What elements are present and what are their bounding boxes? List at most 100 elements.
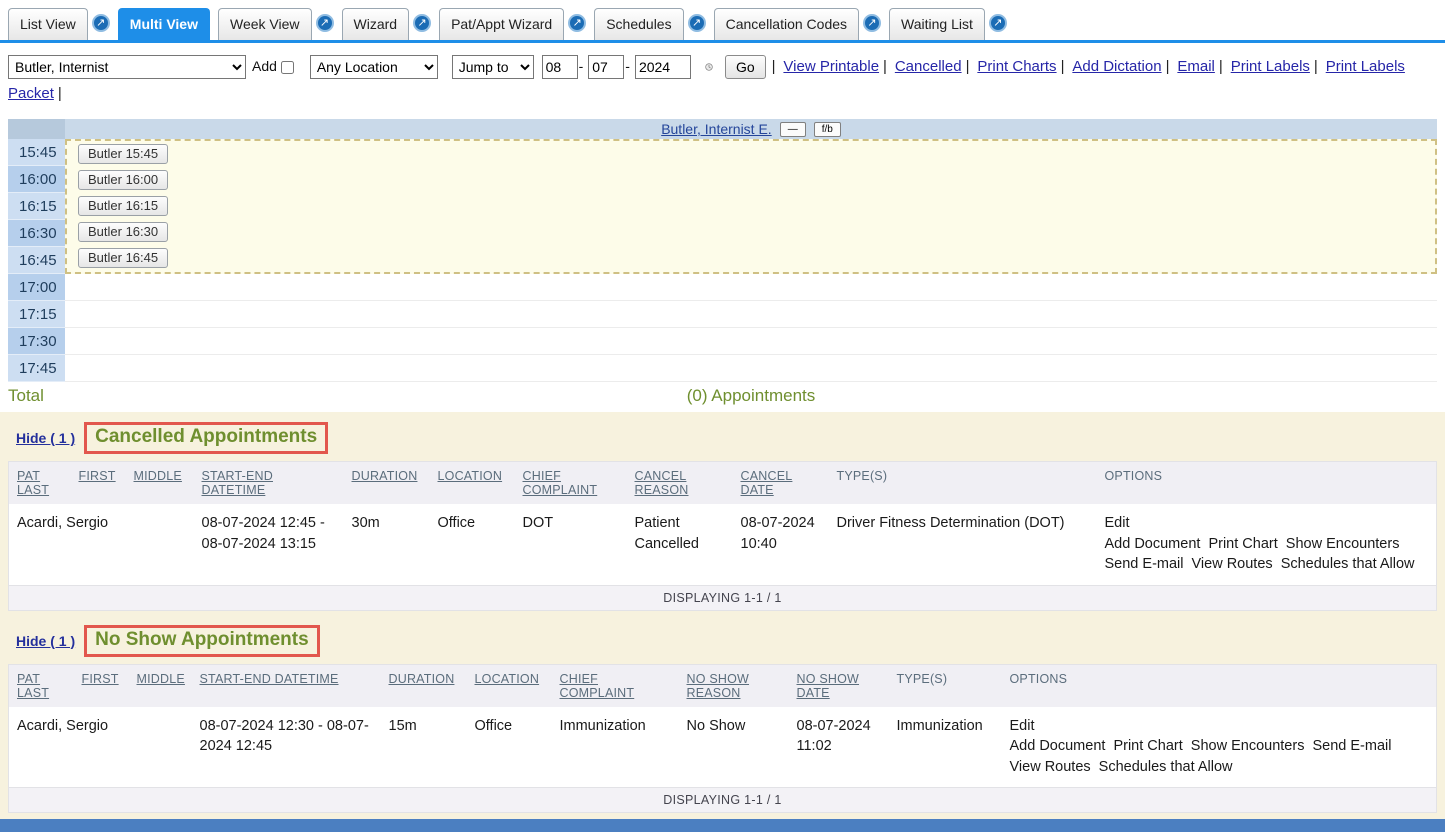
bottom-scrollbar[interactable] bbox=[0, 819, 1445, 832]
col-header-first[interactable]: FIRST bbox=[74, 664, 129, 707]
cell-pat-last: Acardi, Sergio bbox=[9, 504, 71, 585]
table-footer-row: DISPLAYING 1-1 / 1 bbox=[9, 788, 1437, 813]
option-link[interactable]: View Routes bbox=[1192, 556, 1273, 572]
fb-button[interactable]: f/b bbox=[814, 122, 841, 137]
popout-icon[interactable]: ↗ bbox=[688, 14, 706, 32]
cancelled-hide-link[interactable]: Hide ( 1 ) bbox=[16, 430, 75, 446]
col-header-first[interactable]: FIRST bbox=[71, 462, 126, 505]
option-link[interactable]: Show Encounters bbox=[1286, 536, 1400, 552]
col-header-types: TYPE(S) bbox=[889, 664, 1002, 707]
tab-cancellation-codes[interactable]: Cancellation Codes bbox=[714, 8, 859, 40]
jump-to-select[interactable]: Jump to bbox=[452, 55, 534, 79]
col-header-duration[interactable]: DURATION bbox=[381, 664, 467, 707]
tab-group-schedules: Schedules ↗ bbox=[594, 8, 705, 40]
total-appointments-count: (0) Appointments bbox=[65, 386, 1437, 406]
print-labels-link[interactable]: Print Labels bbox=[1231, 58, 1310, 75]
col-header-location[interactable]: LOCATION bbox=[467, 664, 552, 707]
col-header-location[interactable]: LOCATION bbox=[430, 462, 515, 505]
time-label: 17:30 bbox=[8, 328, 65, 355]
schedule-header: Butler, Internist E. — f/b bbox=[8, 119, 1437, 139]
link-separator: | bbox=[883, 58, 887, 75]
tab-wizard[interactable]: Wizard bbox=[342, 8, 410, 40]
option-link[interactable]: Schedules that Allow bbox=[1099, 759, 1233, 775]
col-header-pat-last[interactable]: PAT LAST bbox=[9, 462, 71, 505]
tab-schedules[interactable]: Schedules bbox=[594, 8, 683, 40]
popout-icon[interactable]: ↗ bbox=[92, 14, 110, 32]
tab-week-view[interactable]: Week View bbox=[218, 8, 312, 40]
cancelled-link[interactable]: Cancelled bbox=[895, 58, 962, 75]
option-link[interactable]: Print Chart bbox=[1208, 536, 1277, 552]
noshow-section-header: Hide ( 1 ) No Show Appointments bbox=[16, 625, 1437, 657]
time-label: 16:45 bbox=[8, 247, 65, 274]
provider-name-link[interactable]: Butler, Internist E. bbox=[661, 121, 772, 137]
slot-button-1545[interactable]: Butler 15:45 bbox=[78, 144, 168, 164]
tab-list-view[interactable]: List View bbox=[8, 8, 88, 40]
col-header-chief-complaint[interactable]: CHIEF COMPLAINT bbox=[515, 462, 627, 505]
option-link[interactable]: Print Chart bbox=[1113, 738, 1182, 754]
option-link[interactable]: Send E-mail bbox=[1105, 556, 1184, 572]
link-separator: | bbox=[1061, 58, 1065, 75]
col-header-duration[interactable]: DURATION bbox=[344, 462, 430, 505]
provider-select[interactable]: Butler, Internist bbox=[8, 55, 246, 79]
slot-button-1600[interactable]: Butler 16:00 bbox=[78, 170, 168, 190]
cell-no-show-reason: No Show bbox=[679, 707, 789, 788]
go-button[interactable]: Go bbox=[725, 55, 766, 79]
cell-options: Edit Add Document Print Chart Show Encou… bbox=[1097, 504, 1437, 585]
add-checkbox[interactable] bbox=[281, 61, 294, 74]
option-link[interactable]: View Routes bbox=[1010, 759, 1091, 775]
option-link[interactable]: Add Document bbox=[1105, 536, 1201, 552]
option-link[interactable]: Add Document bbox=[1010, 738, 1106, 754]
date-day-input[interactable] bbox=[588, 55, 624, 79]
cell-location: Office bbox=[467, 707, 552, 788]
view-printable-link[interactable]: View Printable bbox=[783, 58, 879, 75]
option-links: Add Document Print Chart Show Encounters… bbox=[1010, 738, 1396, 775]
popout-icon[interactable]: ↗ bbox=[568, 14, 586, 32]
calendar-clock-icon[interactable] bbox=[699, 57, 719, 77]
schedule-body: 15:45 16:00 16:15 16:30 16:45 17:00 17:1… bbox=[8, 139, 1437, 382]
col-header-pat-last[interactable]: PAT LAST bbox=[9, 664, 74, 707]
edit-link[interactable]: Edit bbox=[1105, 513, 1429, 534]
col-header-cancel-date[interactable]: CANCEL DATE bbox=[733, 462, 829, 505]
slot-button-1645[interactable]: Butler 16:45 bbox=[78, 248, 168, 268]
date-month-input[interactable] bbox=[542, 55, 578, 79]
col-header-options: OPTIONS bbox=[1097, 462, 1437, 505]
col-header-middle[interactable]: MIDDLE bbox=[129, 664, 192, 707]
tab-group-waiting-list: Waiting List ↗ bbox=[889, 8, 1007, 40]
col-header-cancel-reason[interactable]: CANCEL REASON bbox=[627, 462, 733, 505]
cancelled-section-title: Cancelled Appointments bbox=[84, 422, 328, 454]
tab-waiting-list[interactable]: Waiting List bbox=[889, 8, 985, 40]
location-select[interactable]: Any Location bbox=[310, 55, 438, 79]
cell-duration: 15m bbox=[381, 707, 467, 788]
slot-row: Butler 16:00 bbox=[67, 167, 1435, 193]
cell-cancel-date: 08-07-2024 10:40 bbox=[733, 504, 829, 585]
slot-button-1630[interactable]: Butler 16:30 bbox=[78, 222, 168, 242]
add-dictation-link[interactable]: Add Dictation bbox=[1072, 58, 1161, 75]
col-header-start-end[interactable]: START-END DATETIME bbox=[194, 462, 344, 505]
slot-button-1615[interactable]: Butler 16:15 bbox=[78, 196, 168, 216]
print-charts-link[interactable]: Print Charts bbox=[977, 58, 1056, 75]
cancelled-appointments-table: PAT LAST FIRST MIDDLE START-END DATETIME… bbox=[8, 461, 1437, 611]
col-header-chief-complaint[interactable]: CHIEF COMPLAINT bbox=[552, 664, 679, 707]
displaying-label: DISPLAYING 1-1 / 1 bbox=[9, 585, 1437, 610]
col-header-start-end[interactable]: START-END DATETIME bbox=[192, 664, 381, 707]
option-link[interactable]: Show Encounters bbox=[1191, 738, 1305, 754]
popout-icon[interactable]: ↗ bbox=[989, 14, 1007, 32]
popout-icon[interactable]: ↗ bbox=[413, 14, 431, 32]
col-header-middle[interactable]: MIDDLE bbox=[126, 462, 194, 505]
col-header-options: OPTIONS bbox=[1002, 664, 1437, 707]
collapse-column-button[interactable]: — bbox=[780, 122, 806, 137]
date-year-input[interactable] bbox=[635, 55, 691, 79]
email-link[interactable]: Email bbox=[1177, 58, 1215, 75]
option-link[interactable]: Schedules that Allow bbox=[1281, 556, 1415, 572]
cancelled-section-header: Hide ( 1 ) Cancelled Appointments bbox=[16, 422, 1437, 454]
popout-icon[interactable]: ↗ bbox=[863, 14, 881, 32]
edit-link[interactable]: Edit bbox=[1010, 716, 1429, 737]
tab-multi-view[interactable]: Multi View bbox=[118, 8, 210, 40]
option-link[interactable]: Send E-mail bbox=[1312, 738, 1391, 754]
lower-sections: Hide ( 1 ) Cancelled Appointments PAT LA… bbox=[0, 412, 1445, 819]
col-header-no-show-date[interactable]: NO SHOW DATE bbox=[789, 664, 889, 707]
noshow-hide-link[interactable]: Hide ( 1 ) bbox=[16, 633, 75, 649]
popout-icon[interactable]: ↗ bbox=[316, 14, 334, 32]
tab-pat-appt-wizard[interactable]: Pat/Appt Wizard bbox=[439, 8, 564, 40]
col-header-no-show-reason[interactable]: NO SHOW REASON bbox=[679, 664, 789, 707]
